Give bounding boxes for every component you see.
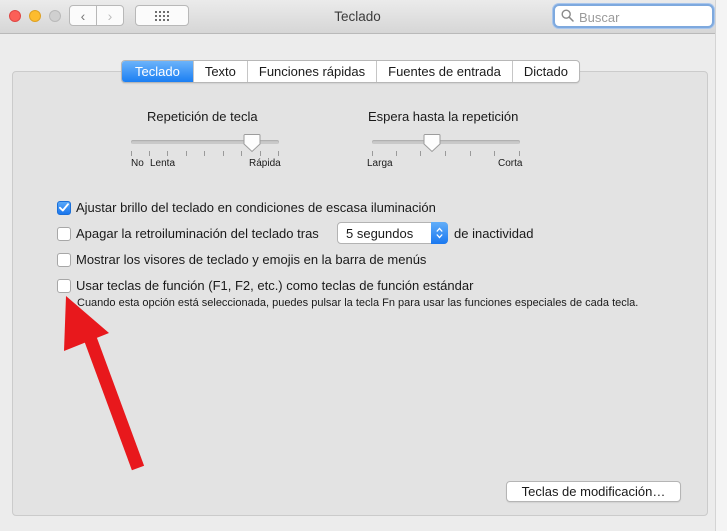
tab-teclado[interactable]: Teclado (122, 61, 193, 82)
tab-dictado[interactable]: Dictado (511, 61, 579, 82)
backlight-off-checkbox[interactable] (57, 226, 71, 241)
show-viewers-checkbox[interactable] (57, 252, 71, 267)
adjust-brightness-checkbox[interactable] (57, 200, 71, 215)
tab-bar: Teclado Texto Funciones rápidas Fuentes … (121, 60, 580, 83)
backlight-off-label: Apagar la retroiluminación del teclado t… (76, 226, 319, 241)
delay-repeat-ticks (372, 151, 520, 157)
delay-repeat-track[interactable] (372, 140, 520, 144)
settings-panel (12, 71, 708, 516)
modifier-keys-button[interactable]: Teclas de modificación… (506, 481, 681, 502)
adjust-brightness-label: Ajustar brillo del teclado en condicione… (76, 200, 436, 215)
search-icon (561, 9, 574, 22)
adjust-brightness-option[interactable]: Ajustar brillo del teclado en condicione… (57, 200, 436, 215)
key-repeat-no-label: No (131, 158, 144, 169)
fn-keys-label: Usar teclas de función (F1, F2, etc.) co… (76, 278, 474, 293)
backlight-off-option[interactable]: Apagar la retroiluminación del teclado t… (57, 226, 319, 241)
backlight-timeout-value: 5 segundos (346, 226, 414, 241)
delay-repeat-label: Espera hasta la repetición (368, 109, 519, 124)
search-input[interactable] (577, 8, 711, 26)
fn-keys-option[interactable]: Usar teclas de función (F1, F2, etc.) co… (57, 278, 473, 293)
search-field[interactable] (553, 4, 714, 28)
backlight-timeout-select[interactable]: 5 segundos (337, 222, 448, 244)
inactivity-label: de inactividad (454, 226, 534, 241)
tab-fuentes-de-entrada[interactable]: Fuentes de entrada (376, 61, 512, 82)
updown-chevron-icon (431, 222, 448, 244)
key-repeat-slider-thumb[interactable] (243, 133, 261, 153)
fn-keys-checkbox[interactable] (57, 278, 71, 293)
key-repeat-slow-label: Lenta (150, 158, 176, 169)
fn-keys-hint: Cuando esta opción está seleccionada, pu… (77, 297, 639, 309)
delay-repeat-slider-thumb[interactable] (423, 133, 441, 153)
show-viewers-label: Mostrar los visores de teclado y emojis … (76, 252, 427, 267)
delay-short-label: Corta (498, 158, 523, 169)
adjacent-window-edge (715, 0, 727, 531)
key-repeat-label: Repetición de tecla (147, 109, 258, 124)
checkmark-icon (59, 203, 69, 212)
tab-texto[interactable]: Texto (192, 61, 247, 82)
title-bar: ‹ › Teclado (0, 0, 715, 34)
tab-funciones-rapidas[interactable]: Funciones rápidas (246, 61, 376, 82)
show-viewers-option[interactable]: Mostrar los visores de teclado y emojis … (57, 252, 426, 267)
key-repeat-fast-label: Rápida (249, 158, 281, 169)
delay-long-label: Larga (367, 158, 393, 169)
